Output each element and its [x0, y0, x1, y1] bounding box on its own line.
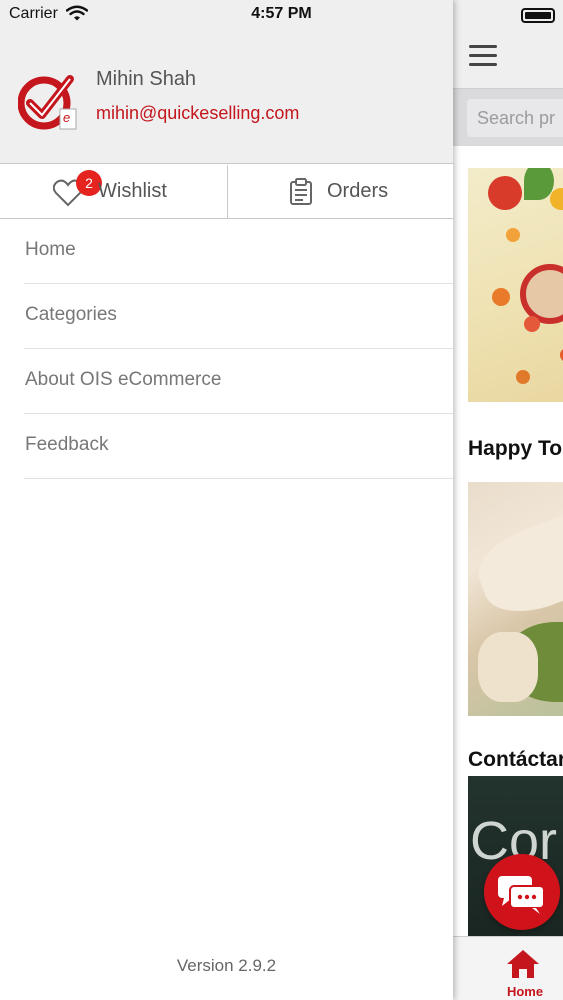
drawer-menu: Home Categories About OIS eCommerce Feed… [0, 219, 453, 479]
menu-item-label: Home [25, 239, 76, 260]
svg-text:e: e [63, 110, 70, 125]
search-bar: Search pr [453, 88, 563, 146]
logo-check-icon: e [18, 75, 77, 130]
section-title-happy: Happy To [468, 437, 563, 460]
user-email: mihin@quickeselling.com [96, 103, 300, 123]
app-version: Version 2.9.2 [176, 956, 277, 975]
menu-item-label: Categories [25, 304, 117, 325]
status-time: 4:57 PM [251, 5, 312, 22]
side-drawer: Carrier e Mihin Shah mihin@quickeselling… [0, 0, 453, 1000]
chat-icon [498, 876, 545, 914]
user-name: Mihin Shah [96, 68, 197, 90]
clipboard-icon [290, 178, 312, 205]
wishlist-label: Wishlist [98, 180, 167, 202]
menu-item-home[interactable]: Home [24, 219, 453, 284]
orders-label: Orders [327, 180, 389, 202]
home-feed: Happy To Contáctar Cor [453, 146, 563, 936]
background-app: Search pr Happy To Contáctar Cor Home [453, 0, 563, 1000]
menu-item-feedback[interactable]: Feedback [24, 414, 453, 479]
bottom-tab-bar: Home [453, 936, 563, 1000]
fruit-banner-image[interactable] [468, 168, 563, 402]
wishlist-button[interactable]: 2 Wishlist [0, 165, 226, 218]
menu-item-about[interactable]: About OIS eCommerce [24, 349, 453, 414]
wrap-food-banner-image[interactable] [468, 482, 563, 716]
tab-home[interactable]: Home [503, 943, 547, 999]
orders-button[interactable]: Orders [227, 165, 453, 218]
section-title-contact: Contáctar [468, 748, 563, 771]
hamburger-menu-icon[interactable] [469, 45, 497, 67]
home-icon [507, 950, 539, 978]
chat-button[interactable] [484, 854, 560, 930]
menu-item-label: About OIS eCommerce [25, 369, 222, 390]
search-input[interactable]: Search pr [467, 99, 563, 137]
menu-item-label: Feedback [25, 434, 109, 455]
tab-home-label: Home [506, 984, 544, 999]
drawer-header: Carrier e Mihin Shah mihin@quickeselling… [0, 0, 453, 164]
quick-actions: 2 Wishlist Orders [0, 165, 453, 219]
menu-item-categories[interactable]: Categories [24, 284, 453, 349]
